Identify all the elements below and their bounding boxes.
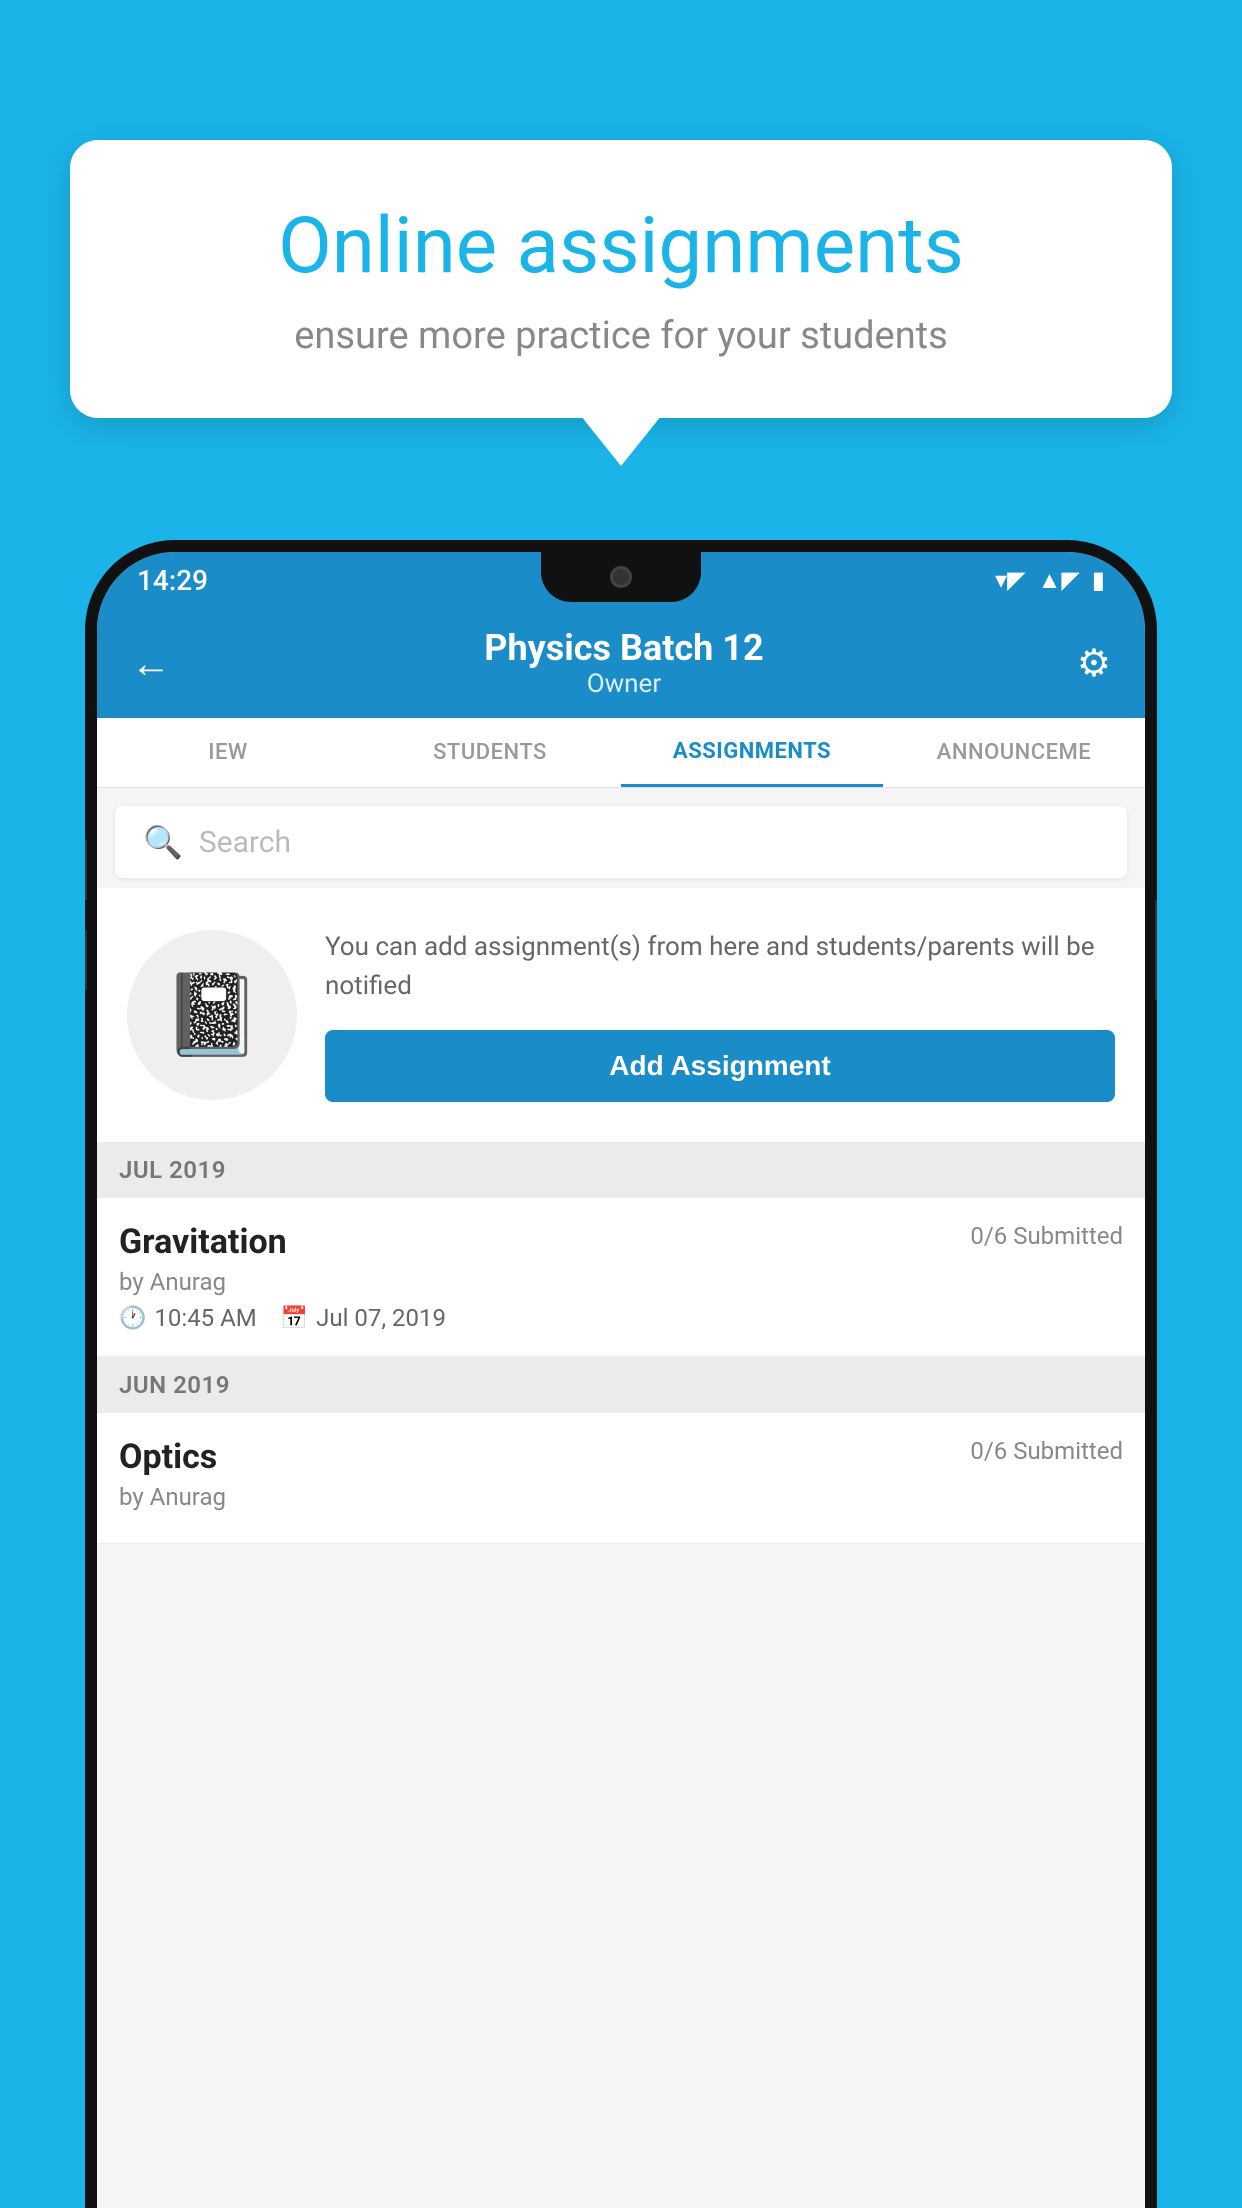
back-button[interactable]: ← <box>131 640 171 687</box>
add-assignment-button[interactable]: Add Assignment <box>325 1030 1115 1102</box>
tab-iew[interactable]: IEW <box>97 718 359 787</box>
assignment-meta: 🕐 10:45 AM 📅 Jul 07, 2019 <box>119 1304 1123 1332</box>
tab-announcements[interactable]: ANNOUNCEME <box>883 718 1145 787</box>
assignment-top: Gravitation 0/6 Submitted <box>119 1222 1123 1262</box>
bubble-subtitle: ensure more practice for your students <box>140 314 1102 358</box>
app-header: ← Physics Batch 12 Owner ⚙ <box>97 608 1145 718</box>
assignment-by: by Anurag <box>119 1268 1123 1296</box>
wifi-icon: ▾◤ <box>995 566 1026 594</box>
notebook-icon-wrap: 📓 <box>127 930 297 1100</box>
header-title: Physics Batch 12 <box>484 627 763 669</box>
assignment-date: Jul 07, 2019 <box>316 1304 446 1332</box>
camera <box>610 566 632 588</box>
notebook-icon: 📓 <box>162 968 262 1062</box>
clock-icon: 🕐 <box>119 1306 146 1331</box>
empty-description: You can add assignment(s) from here and … <box>325 928 1115 1006</box>
section-header-jun: JUN 2019 <box>97 1357 1145 1413</box>
assignment-item-gravitation[interactable]: Gravitation 0/6 Submitted by Anurag 🕐 10… <box>97 1198 1145 1357</box>
tab-assignments[interactable]: ASSIGNMENTS <box>621 718 883 787</box>
status-time: 14:29 <box>137 564 208 597</box>
assignment-submitted-optics: 0/6 Submitted <box>970 1437 1123 1465</box>
meta-time: 🕐 10:45 AM <box>119 1304 257 1332</box>
tab-students[interactable]: STUDENTS <box>359 718 621 787</box>
tabs-bar: IEW STUDENTS ASSIGNMENTS ANNOUNCEME <box>97 718 1145 788</box>
empty-right: You can add assignment(s) from here and … <box>325 928 1115 1102</box>
power-button <box>1155 900 1157 1000</box>
content-area: 🔍 Search 📓 You can add assignment(s) fro… <box>97 788 1145 2208</box>
battery-icon: ▮ <box>1092 566 1105 594</box>
assignment-submitted: 0/6 Submitted <box>970 1222 1123 1250</box>
header-subtitle: Owner <box>484 669 763 699</box>
empty-state: 📓 You can add assignment(s) from here an… <box>97 888 1145 1142</box>
settings-icon[interactable]: ⚙ <box>1077 641 1111 686</box>
search-placeholder: Search <box>199 825 291 860</box>
meta-date: 📅 Jul 07, 2019 <box>281 1304 446 1332</box>
search-icon: 🔍 <box>143 823 183 861</box>
phone-screen: 14:29 ▾◤ ▲◤ ▮ ← Physics Batch 12 Owner ⚙… <box>97 552 1145 2208</box>
section-header-jul: JUL 2019 <box>97 1142 1145 1198</box>
assignment-item-optics[interactable]: Optics 0/6 Submitted by Anurag <box>97 1413 1145 1544</box>
status-icons: ▾◤ ▲◤ ▮ <box>995 566 1105 595</box>
header-center: Physics Batch 12 Owner <box>484 627 763 699</box>
assignment-time: 10:45 AM <box>154 1304 256 1332</box>
assignment-top-optics: Optics 0/6 Submitted <box>119 1437 1123 1477</box>
bubble-title: Online assignments <box>140 200 1102 294</box>
signal-icon: ▲◤ <box>1038 566 1080 595</box>
assignment-title-optics: Optics <box>119 1437 217 1477</box>
volume-down-button <box>85 930 87 990</box>
search-bar[interactable]: 🔍 Search <box>115 806 1127 878</box>
speech-bubble: Online assignments ensure more practice … <box>70 140 1172 418</box>
calendar-icon: 📅 <box>281 1306 308 1331</box>
assignment-title: Gravitation <box>119 1222 287 1262</box>
notch <box>541 552 701 602</box>
phone-frame: 14:29 ▾◤ ▲◤ ▮ ← Physics Batch 12 Owner ⚙… <box>85 540 1157 2208</box>
assignment-by-optics: by Anurag <box>119 1483 1123 1511</box>
volume-up-button <box>85 840 87 900</box>
